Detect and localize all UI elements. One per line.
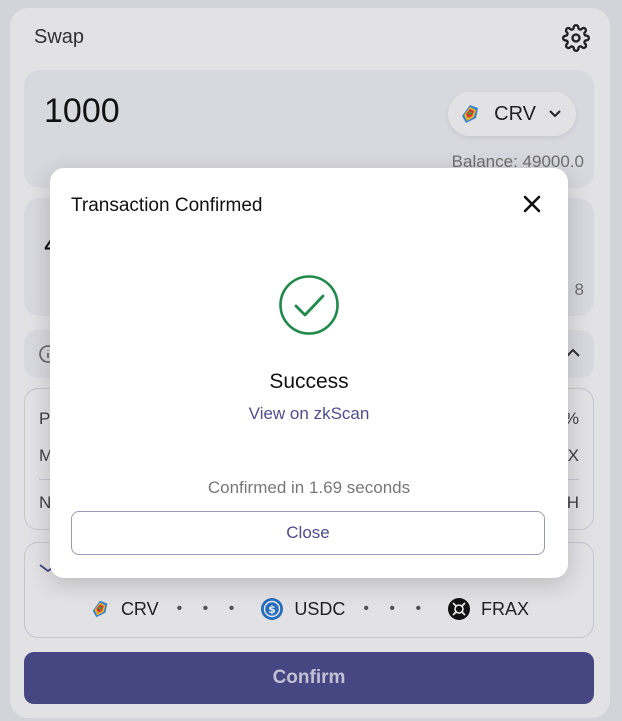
view-on-zkscan-link[interactable]: View on zkScan bbox=[50, 404, 568, 424]
close-icon[interactable] bbox=[520, 192, 544, 216]
modal-title: Transaction Confirmed bbox=[71, 195, 263, 216]
confirmation-time: Confirmed in 1.69 seconds bbox=[207, 478, 411, 497]
success-text: Success bbox=[269, 370, 349, 393]
success-check-icon bbox=[279, 275, 339, 335]
transaction-modal: Transaction Confirmed Success View on zk… bbox=[50, 168, 568, 578]
close-button[interactable]: Close bbox=[71, 511, 545, 555]
